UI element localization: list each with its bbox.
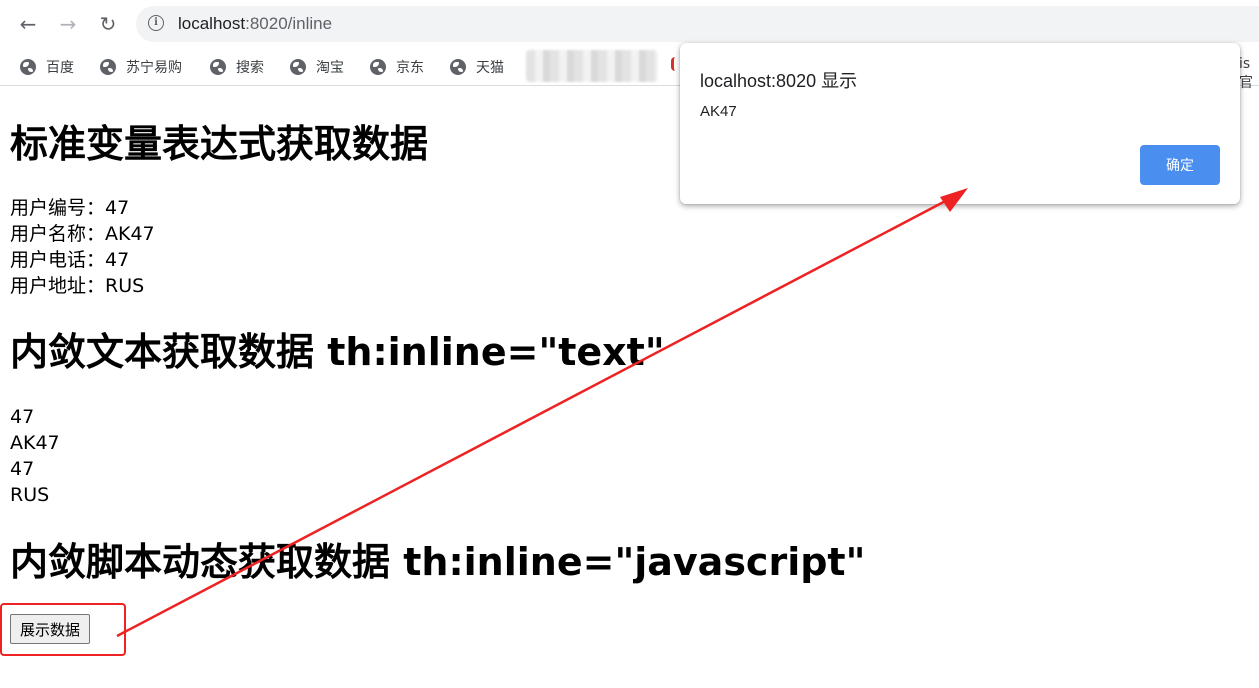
dialog-ok-button[interactable]: 确定 (1140, 145, 1220, 185)
bookmark-item[interactable]: 淘宝 (290, 56, 344, 78)
globe-icon (100, 59, 116, 75)
dialog-message: AK47 (700, 103, 737, 120)
back-arrow-icon[interactable]: ← (14, 10, 42, 38)
bookmark-item[interactable]: 京东 (370, 56, 424, 78)
bookmark-label: 搜索 (236, 60, 264, 76)
address-bar[interactable]: i localhost:8020/inline (136, 6, 1259, 42)
globe-icon (450, 59, 466, 75)
user-name-line: 用户名称：AK47 (10, 223, 155, 245)
url-host: localhost (178, 14, 246, 33)
bookmark-label: 天猫 (476, 60, 504, 76)
user-phone-line: 用户电话：47 (10, 249, 130, 271)
section-title-standard-expression: 标准变量表达式获取数据 (10, 122, 429, 166)
inline-value-id: 47 (10, 406, 35, 428)
bookmark-label: 苏宁易购 (126, 60, 182, 76)
bookmark-label: 百度 (46, 60, 74, 76)
bookmark-label: 淘宝 (316, 60, 344, 76)
dialog-title: localhost:8020 显示 (700, 71, 858, 91)
globe-icon (210, 59, 226, 75)
bookmark-item[interactable]: 天猫 (450, 56, 504, 78)
url-path: :8020/inline (245, 14, 333, 33)
user-address-line: 用户地址：RUS (10, 275, 145, 297)
blurred-bookmark[interactable] (526, 50, 658, 82)
annotation-highlight-box (0, 603, 126, 656)
globe-icon (370, 59, 386, 75)
browser-toolbar: ← → ↻ i localhost:8020/inline (0, 0, 1259, 48)
bookmark-item[interactable]: 苏宁易购 (100, 56, 182, 78)
globe-icon (290, 59, 306, 75)
inline-value-phone: 47 (10, 458, 35, 480)
inline-value-address: RUS (10, 484, 50, 506)
bookmark-partial-label[interactable]: is官 (1239, 56, 1259, 92)
alert-dialog: localhost:8020 显示 AK47 确定 (680, 43, 1240, 204)
info-icon[interactable]: i (148, 15, 164, 31)
section-title-inline-javascript: 内敛脚本动态获取数据 th:inline="javascript" (10, 540, 866, 584)
user-id-line: 用户编号：47 (10, 197, 130, 219)
inline-value-name: AK47 (10, 432, 60, 454)
bookmark-item[interactable]: 搜索 (210, 56, 264, 78)
section-title-inline-text: 内敛文本获取数据 th:inline="text" (10, 330, 665, 374)
bookmark-label: 京东 (396, 60, 424, 76)
bookmark-item[interactable]: 百度 (20, 56, 74, 78)
forward-arrow-icon[interactable]: → (54, 10, 82, 38)
globe-icon (20, 59, 36, 75)
url-text[interactable]: localhost:8020/inline (178, 14, 332, 34)
reload-icon[interactable]: ↻ (94, 10, 122, 38)
